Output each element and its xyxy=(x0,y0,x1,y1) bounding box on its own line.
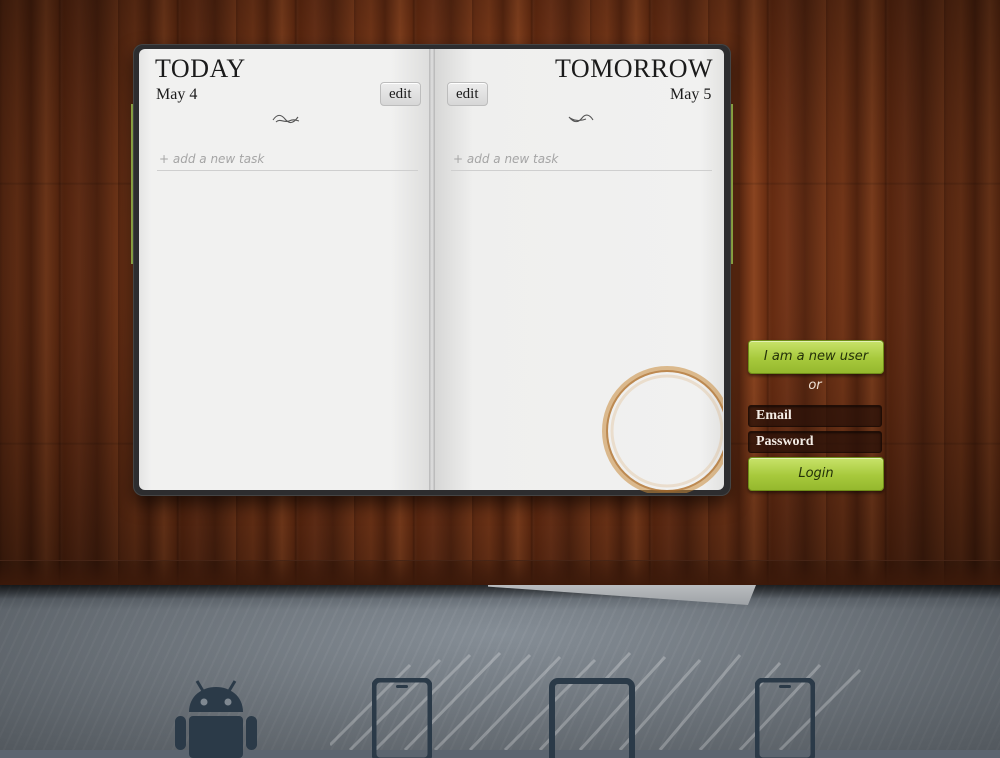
wood-edge xyxy=(0,560,1000,586)
phone-icon[interactable] xyxy=(755,678,815,758)
or-separator: or xyxy=(808,378,822,393)
today-date: May 4 xyxy=(156,86,198,103)
edit-today-button[interactable]: edit xyxy=(380,82,421,106)
tomorrow-title: TOMORROW xyxy=(555,54,714,83)
add-task-input-today[interactable] xyxy=(157,148,418,171)
tomorrow-date: May 5 xyxy=(670,86,712,103)
coffee-stain-decoration xyxy=(602,366,723,493)
phone-icon[interactable] xyxy=(372,678,432,758)
android-icon[interactable] xyxy=(175,678,257,758)
login-button[interactable]: Login xyxy=(748,457,884,491)
add-task-input-tomorrow[interactable] xyxy=(451,148,712,171)
edit-tomorrow-button[interactable]: edit xyxy=(447,82,488,106)
flourish-divider-icon xyxy=(568,114,594,123)
email-field[interactable] xyxy=(748,405,882,427)
password-field[interactable] xyxy=(748,431,882,453)
notebook-spine xyxy=(429,49,435,490)
tablet-icon[interactable] xyxy=(549,678,635,758)
today-title: TODAY xyxy=(155,54,246,83)
new-user-button[interactable]: I am a new user xyxy=(748,340,884,374)
flourish-divider-icon xyxy=(272,114,300,124)
